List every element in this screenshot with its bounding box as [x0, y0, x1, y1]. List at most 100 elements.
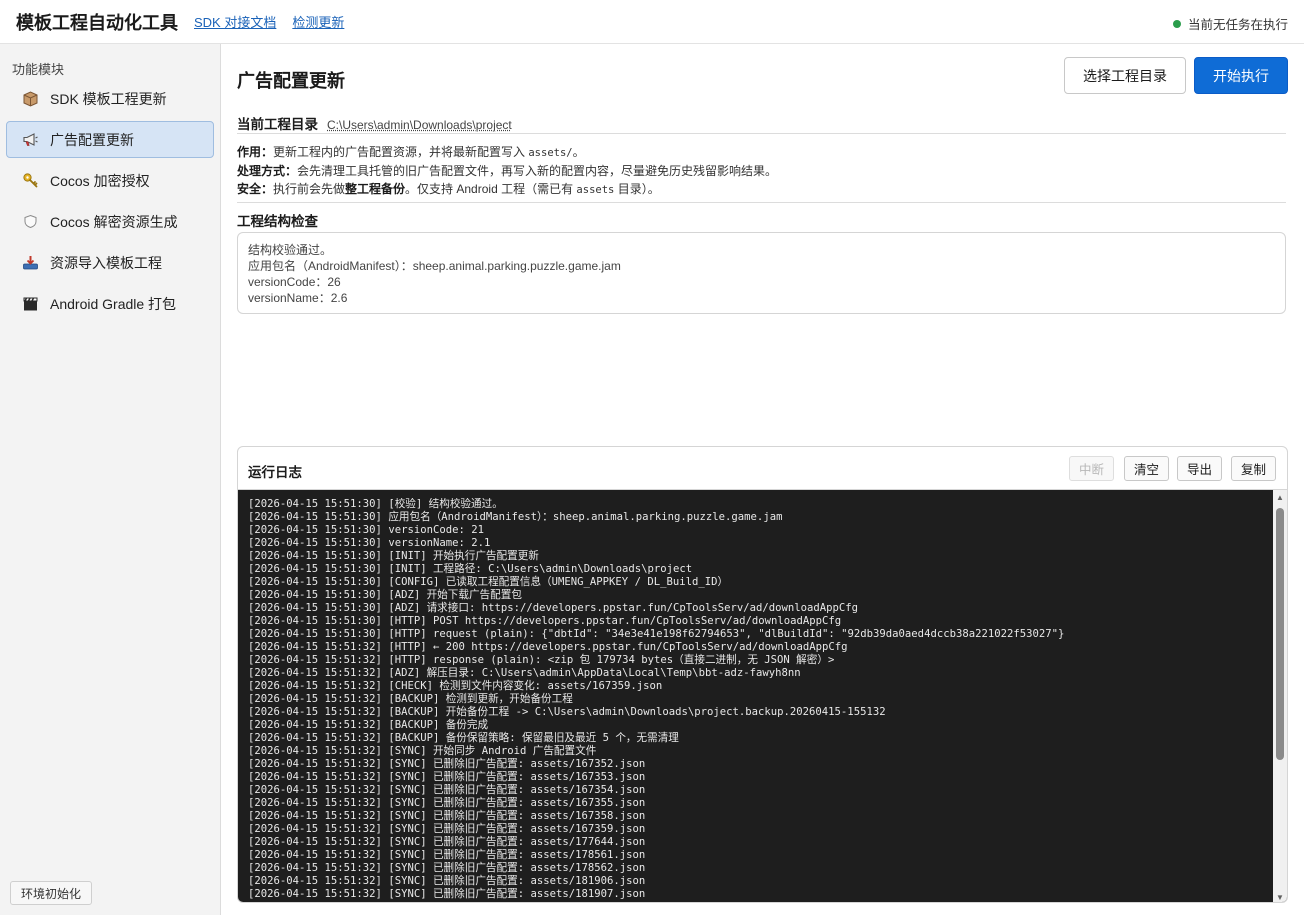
log-line: [2026-04-15 15:51:32] [BACKUP] 检测到更新，开始备… — [248, 693, 573, 705]
status-dot-icon — [1172, 19, 1181, 28]
log-line: [2026-04-15 15:51:30] [ADZ] 请求接口: https:… — [248, 602, 859, 614]
sidebar-item-sdk-template-update[interactable]: SDK 模板工程更新 — [6, 80, 214, 117]
app-header: 模板工程自动化工具 SDK 对接文档 检测更新 当前无任务在执行 — [0, 0, 1304, 44]
check-line: 应用包名（AndroidManifest）：sheep.animal.parki… — [248, 259, 621, 273]
box-icon — [21, 90, 39, 108]
project-dir-row: 当前工程目录 C:\Users\admin\Downloads\project — [237, 113, 512, 133]
structure-check-box: 结构校验通过。 应用包名（AndroidManifest）：sheep.anim… — [237, 232, 1286, 314]
log-lines: [2026-04-15 15:51:30] [校验] 结构校验通过。 [2026-… — [248, 498, 1268, 900]
sdk-docs-link[interactable]: SDK 对接文档 — [194, 12, 276, 31]
desc-safety-text: 执行前会先做 — [273, 182, 346, 196]
import-icon — [21, 254, 39, 272]
task-status-text: 当前无任务在执行 — [1187, 18, 1288, 32]
sidebar-item-ad-config-update[interactable]: 广告配置更新 — [6, 121, 214, 158]
log-line: [2026-04-15 15:51:32] [SYNC] 已删除旧广告配置: a… — [248, 823, 646, 835]
desc-safety-code: assets — [576, 184, 615, 196]
sidebar-item-cocos-decrypt-resource[interactable]: Cocos 解密资源生成 — [6, 203, 214, 240]
page-title: 广告配置更新 — [237, 71, 345, 91]
log-line: [2026-04-15 15:51:32] [ADZ] 解压目录: C:\Use… — [248, 667, 801, 679]
stop-button[interactable]: 中断 — [1069, 456, 1115, 481]
sidebar-item-label: Cocos 解密资源生成 — [50, 213, 178, 230]
sidebar-heading: 功能模块 — [12, 62, 65, 77]
log-line: [2026-04-15 15:51:32] [SYNC] 已删除旧广告配置: a… — [248, 771, 646, 783]
log-scrollbar[interactable]: ▲ ▼ — [1273, 490, 1287, 902]
desc-process-label: 处理方式： — [237, 164, 298, 178]
log-line: [2026-04-15 15:51:30] [HTTP] POST https:… — [248, 615, 842, 627]
sidebar-item-cocos-encrypt-auth[interactable]: Cocos 加密授权 — [6, 162, 214, 199]
desc-safety-line: 安全：执行前会先做整工程备份。仅支持 Android 工程（需已有 assets… — [237, 180, 1286, 199]
env-init-button[interactable]: 环境初始化 — [10, 881, 93, 905]
log-line: [2026-04-15 15:51:32] [BACKUP] 备份保留策略: 保… — [248, 732, 679, 744]
desc-safety-label: 安全： — [237, 182, 274, 196]
run-log-console[interactable]: [2026-04-15 15:51:30] [校验] 结构校验通过。 [2026-… — [238, 490, 1287, 902]
log-line: [2026-04-15 15:51:32] [SYNC] 已删除旧广告配置: a… — [248, 797, 646, 809]
desc-purpose-label: 作用： — [237, 145, 274, 159]
desc-purpose-code: assets/ — [528, 147, 573, 159]
shield-icon — [21, 213, 39, 231]
check-line: 结构校验通过。 — [248, 243, 333, 257]
main-panel: 广告配置更新 选择工程目录 开始执行 当前工程目录 C:\Users\admin… — [221, 44, 1304, 915]
log-line: [2026-04-15 15:51:32] [BACKUP] 开始备份工程 ->… — [248, 706, 886, 718]
sidebar-nav: SDK 模板工程更新 广告配置更新 Cocos 加密授权 Cocos 解密资源生… — [6, 80, 214, 326]
run-log-header: 运行日志 中断 清空 导出 复制 — [238, 447, 1287, 490]
check-line: versionName：2.6 — [248, 291, 348, 305]
project-dir-label: 当前工程目录 — [237, 117, 318, 132]
desc-purpose-line: 作用：更新工程内的广告配置资源，并将最新配置写入 assets/。 — [237, 143, 1286, 162]
key-icon — [21, 172, 39, 190]
sidebar-item-label: 资源导入模板工程 — [50, 254, 162, 271]
log-line: [2026-04-15 15:51:30] [校验] 结构校验通过。 — [248, 498, 503, 510]
scroll-up-icon[interactable]: ▲ — [1273, 490, 1287, 504]
scroll-down-icon[interactable]: ▼ — [1273, 890, 1287, 902]
desc-safety-tail: 目录）。 — [614, 182, 660, 196]
log-line: [2026-04-15 15:51:32] [HTTP] response (p… — [248, 654, 835, 666]
sidebar-item-label: 广告配置更新 — [50, 131, 134, 148]
sidebar: 功能模块 SDK 模板工程更新 广告配置更新 Cocos 加密授权 Cocos … — [0, 44, 221, 915]
sidebar-item-resource-import[interactable]: 资源导入模板工程 — [6, 244, 214, 281]
copy-log-button[interactable]: 复制 — [1231, 456, 1277, 481]
log-line: [2026-04-15 15:51:30] [ADZ] 开始下载广告配置包 — [248, 589, 522, 601]
log-line: [2026-04-15 15:51:30] [INIT] 开始执行广告配置更新 — [248, 550, 539, 562]
log-line: [2026-04-15 15:51:32] [SYNC] 已删除旧广告配置: a… — [248, 758, 646, 770]
log-line: [2026-04-15 15:51:32] [BACKUP] 备份完成 — [248, 719, 489, 731]
select-project-dir-button[interactable]: 选择工程目录 — [1064, 57, 1186, 94]
task-status: 当前无任务在执行 — [1172, 14, 1288, 33]
log-line: [2026-04-15 15:51:32] [SYNC] 已删除旧广告配置: a… — [248, 836, 646, 848]
check-line: versionCode：26 — [248, 275, 341, 289]
log-line: [2026-04-15 15:51:32] [SYNC] 已删除旧广告配置: a… — [248, 810, 646, 822]
log-line: [2026-04-15 15:51:30] 应用包名（AndroidManife… — [248, 511, 783, 523]
export-log-button[interactable]: 导出 — [1177, 456, 1223, 481]
log-line: [2026-04-15 15:51:32] [SYNC] 已删除旧广告配置: a… — [248, 875, 646, 887]
desc-purpose-tail: 。 — [572, 145, 585, 159]
megaphone-icon — [21, 131, 39, 149]
desc-purpose-text: 更新工程内的广告配置资源，并将最新配置写入 — [273, 145, 529, 159]
start-run-button[interactable]: 开始执行 — [1194, 57, 1288, 94]
log-line: [2026-04-15 15:51:30] [INIT] 工程路径: C:\Us… — [248, 563, 693, 575]
structure-check-title: 工程结构检查 — [237, 214, 318, 229]
desc-process-line: 处理方式：会先清理工具托管的旧广告配置文件，再写入新的配置内容，尽量避免历史残留… — [237, 162, 1286, 180]
log-line: [2026-04-15 15:51:32] [SYNC] 已删除旧广告配置: a… — [248, 849, 646, 861]
desc-safety-text-b: 。仅支持 Android 工程（需已有 — [405, 182, 577, 196]
check-update-link[interactable]: 检测更新 — [292, 12, 344, 31]
desc-process-text: 会先清理工具托管的旧广告配置文件，再写入新的配置内容，尽量避免历史残留影响结果。 — [297, 164, 778, 178]
log-line: [2026-04-15 15:51:32] [SYNC] 已删除旧广告配置: a… — [248, 784, 646, 796]
feature-description: 作用：更新工程内的广告配置资源，并将最新配置写入 assets/。 处理方式：会… — [237, 143, 1286, 199]
scrollbar-thumb[interactable] — [1276, 508, 1284, 760]
project-dir-path[interactable]: C:\Users\admin\Downloads\project — [327, 118, 512, 132]
log-line: [2026-04-15 15:51:32] [SYNC] 已删除旧广告配置: a… — [248, 862, 646, 874]
app-title: 模板工程自动化工具 — [16, 12, 178, 33]
sidebar-item-label: Android Gradle 打包 — [50, 295, 177, 312]
divider — [237, 202, 1286, 203]
log-line: [2026-04-15 15:51:30] [HTTP] request (pl… — [248, 628, 1065, 640]
run-log-panel: 运行日志 中断 清空 导出 复制 [2026-04-15 15:51:30] [… — [237, 446, 1288, 903]
divider — [237, 133, 1286, 134]
clapper-icon — [21, 295, 39, 313]
log-line: [2026-04-15 15:51:32] [HTTP] ← 200 https… — [248, 641, 848, 653]
sidebar-item-label: Cocos 加密授权 — [50, 172, 150, 189]
run-log-title: 运行日志 — [248, 465, 302, 480]
log-line: [2026-04-15 15:51:32] [SYNC] 已删除旧广告配置: a… — [248, 888, 646, 900]
log-line: [2026-04-15 15:51:32] [SYNC] 开始同步 Androi… — [248, 745, 597, 757]
clear-log-button[interactable]: 清空 — [1124, 456, 1170, 481]
log-line: [2026-04-15 15:51:30] versionName: 2.1 — [248, 537, 491, 549]
sidebar-item-android-gradle-build[interactable]: Android Gradle 打包 — [6, 285, 214, 322]
log-line: [2026-04-15 15:51:30] [CONFIG] 已读取工程配置信息… — [248, 576, 729, 588]
